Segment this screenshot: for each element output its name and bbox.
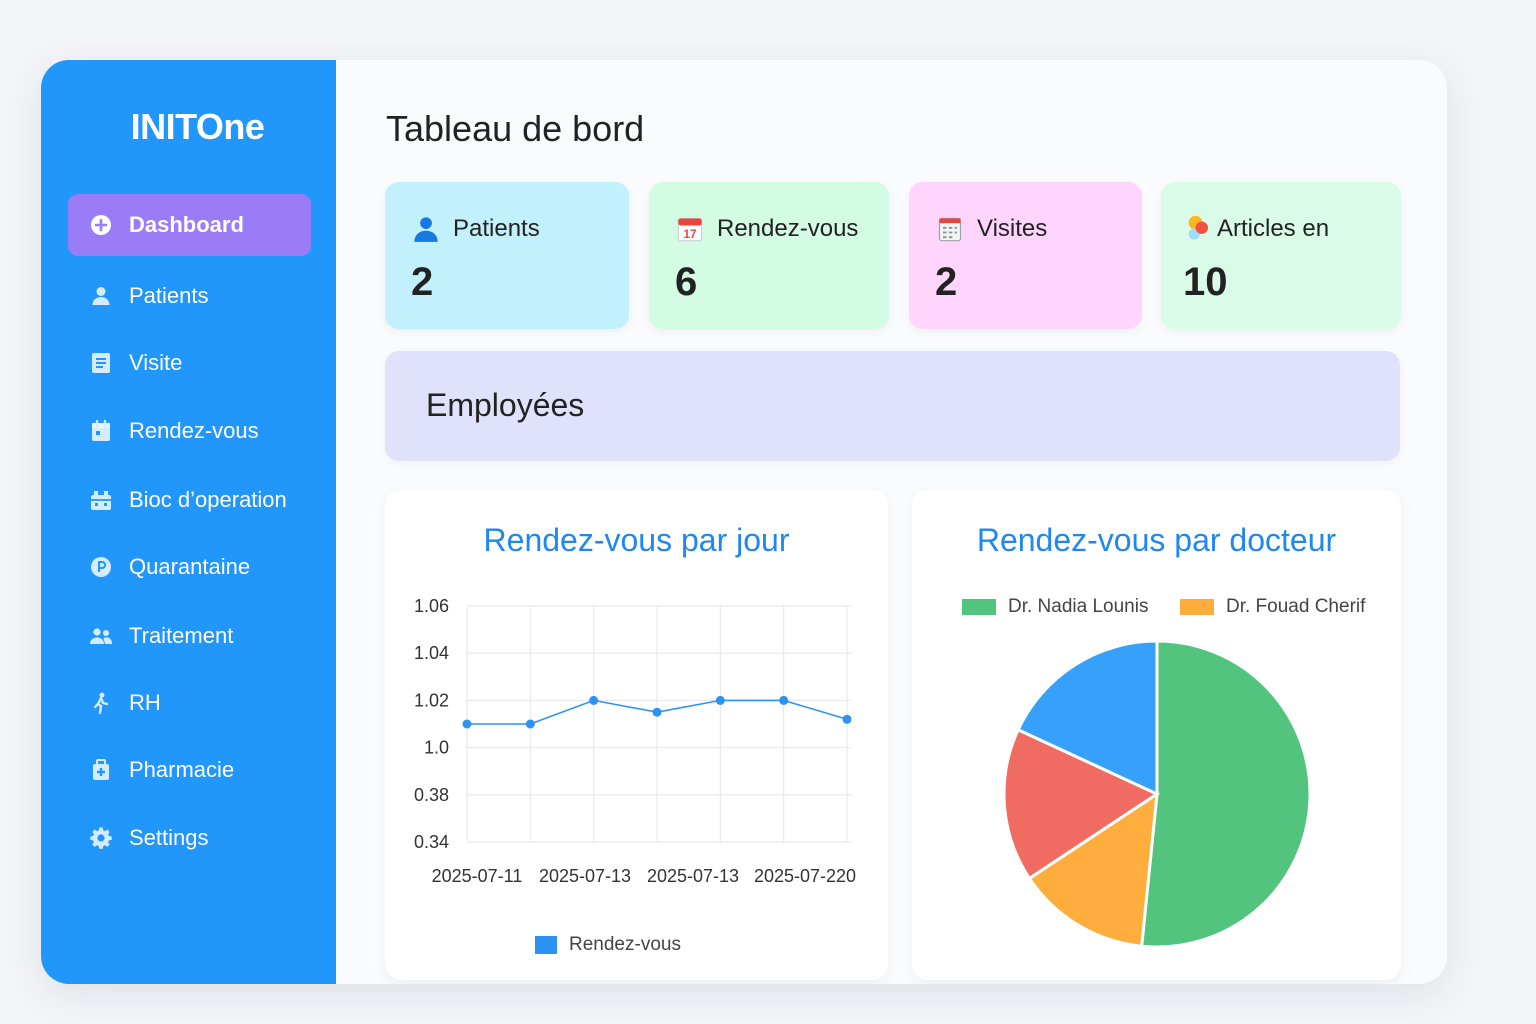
articles-card[interactable]: Articles en 10 [1161,182,1401,329]
app-window: INITOne Dashboard Patients Visite Rendez… [41,60,1447,984]
sidebar: INITOne Dashboard Patients Visite Rendez… [41,60,336,984]
sidebar-item-bloc-operation[interactable]: Bioc d’operation [68,469,311,531]
sidebar-item-rendez-vous[interactable]: Rendez-vous [68,400,311,462]
x-tick-label: 2025-07-13 [539,866,631,886]
y-tick-label: 0.34 [414,832,449,852]
page-title: Tableau de bord [386,108,645,149]
y-tick-label: 1.06 [414,596,449,616]
data-point [842,714,852,724]
sidebar-item-label: Bioc d’operation [129,487,287,512]
card-label: Patients [453,215,540,242]
sidebar-item-label: RH [129,690,161,715]
data-point [715,695,725,705]
dots-icon [1183,214,1213,244]
appointments-by-day-panel: Rendez-vous par jour 1.06 1.04 1.02 1.0 0.38… [385,490,888,980]
card-value: 10 [1183,260,1228,304]
x-tick-label: 2025-07-11 [432,866,523,886]
rendez-vous-card[interactable]: 17 Rendez-vous 6 [649,182,889,329]
medical-kit-icon [88,757,114,783]
data-point [652,707,662,717]
quarantine-icon [88,554,114,580]
appointments-by-doctor-panel: Rendez-vous par docteur Dr. Nadia Lounis… [912,490,1401,980]
data-point [589,695,599,705]
sidebar-item-label: Pharmacie [129,757,235,782]
visites-card[interactable]: Visites 2 [909,182,1142,329]
sidebar-item-patients[interactable]: Patients [68,265,311,327]
svg-text:17: 17 [684,228,697,241]
card-label: Visites [977,215,1048,242]
y-tick-label: 1.04 [414,643,449,663]
card-header: Articles en [1183,214,1329,244]
line-chart: 1.06 1.04 1.02 1.0 0.38 0.34 2025-07-11 2025-07… [414,596,856,886]
sidebar-item-settings[interactable]: Settings [68,807,311,869]
card-header: Patients [411,214,540,244]
sidebar-item-label: Settings [129,825,209,850]
person-walking-icon [88,690,114,716]
employees-panel[interactable]: Employées [385,351,1400,461]
sidebar-item-dashboard[interactable]: Dashboard [68,194,311,256]
x-tick-label: 2025-07-13 [647,866,739,886]
sidebar-item-label: Visite [129,350,183,375]
gear-icon [88,825,114,851]
card-value: 2 [935,260,958,304]
legend-swatch [535,936,557,954]
card-header: Visites [935,214,1047,244]
calendar-icon: 17 [675,214,705,244]
pie-chart [1002,639,1312,949]
sidebar-item-visite[interactable]: Visite [68,332,311,394]
data-point [779,695,789,705]
sidebar-item-rh[interactable]: RH [68,672,311,734]
card-label: Rendez-vous [717,215,859,242]
calendar-icon [935,214,965,244]
users-icon [88,623,114,649]
sidebar-item-quarantaine[interactable]: Quarantaine [68,536,311,598]
user-icon [88,283,114,309]
sidebar-item-pharmacie[interactable]: Pharmacie [68,739,311,801]
card-value: 6 [675,260,698,304]
card-value: 2 [411,260,434,304]
sidebar-item-label: Quarantaine [129,554,251,579]
sidebar-item-label: Dashboard [129,212,244,237]
y-tick-label: 0.38 [414,785,449,805]
plus-circle-icon [88,212,114,238]
document-icon [88,350,114,376]
operating-block-icon [88,487,114,513]
data-point [525,719,535,729]
employees-label: Employées [426,387,585,423]
card-label: Articles en [1217,215,1330,242]
pie-slice [1140,639,1312,949]
user-icon [411,214,441,244]
y-tick-label: 1.0 [424,738,449,758]
sidebar-item-label: Patients [129,283,209,308]
legend-label: Rendez-vous [569,934,681,955]
chart-legend: Rendez-vous [535,934,681,956]
sidebar-item-label: Traitement [129,623,234,648]
sidebar-item-label: Rendez-vous [129,418,259,443]
data-point [462,719,472,729]
sidebar-item-traitement[interactable]: Traitement [68,605,311,667]
patients-card[interactable]: Patients 2 [385,182,629,329]
main-content: Tableau de bord Patients 2 17 Rendez-vou… [336,60,1447,984]
card-header: 17 Rendez-vous [675,214,858,244]
x-tick-label: 2025-07-220 [754,866,856,886]
brand-logo[interactable]: INITOne [41,106,354,148]
y-tick-label: 1.02 [414,690,449,710]
calendar-icon [88,418,114,444]
